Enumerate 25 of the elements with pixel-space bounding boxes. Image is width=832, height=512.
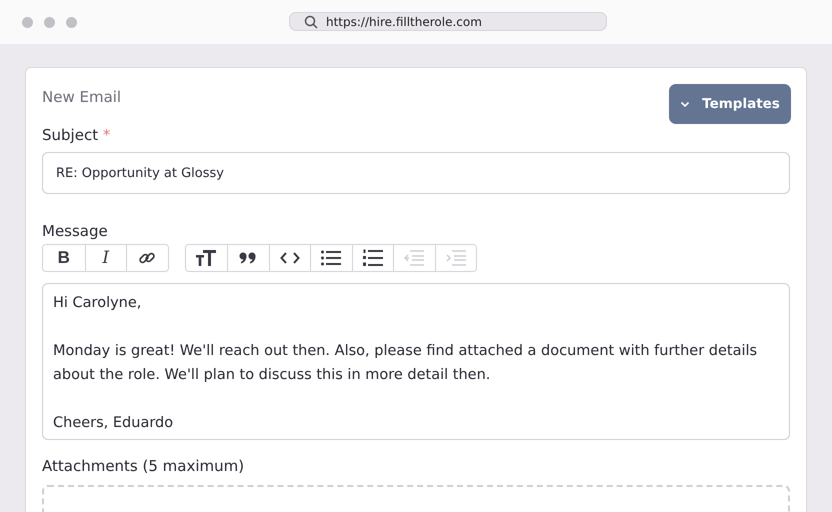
subject-label: Subject [42,126,98,144]
subject-field[interactable]: RE: Opportunity at Glossy [42,152,790,194]
message-paragraph: Cheers, Eduardo [53,414,174,433]
message-paragraph: Monday is great! We'll reach out then. Also, please find attached a document with further details about the role. We'll plan to discuss this in more detail then. [53,342,758,385]
required-mark: * [102,126,110,144]
code-icon [280,252,300,264]
text-size-icon [196,250,216,266]
outdent-icon [404,250,424,266]
message-editor[interactable]: Hi Carolyne, Monday is great! We'll reach out then. Also, please find attached a document with further details about the role. We'll plan to discuss this in more detail then. Cheers, Eduardo [42,283,790,440]
indent-icon [446,250,466,266]
chevron-down-icon [680,100,690,108]
window-control-dot[interactable] [66,16,77,28]
window-control-dot[interactable] [22,16,33,28]
numbered-list-icon [362,249,383,267]
bullet-list-icon [321,250,342,266]
form-title: New Email [42,88,122,106]
window-control-dot[interactable] [44,16,55,28]
search-icon [304,14,318,28]
message-paragraph: Hi Carolyne, [53,294,142,313]
templates-button[interactable]: Templates [669,84,791,124]
quote-icon [239,252,258,264]
attachments-label: Attachments (5 maximum) [42,457,246,475]
address-bar[interactable]: https://hire.filltherole.com [289,12,607,31]
message-label: Message [42,222,109,240]
link-button[interactable] [126,245,168,271]
